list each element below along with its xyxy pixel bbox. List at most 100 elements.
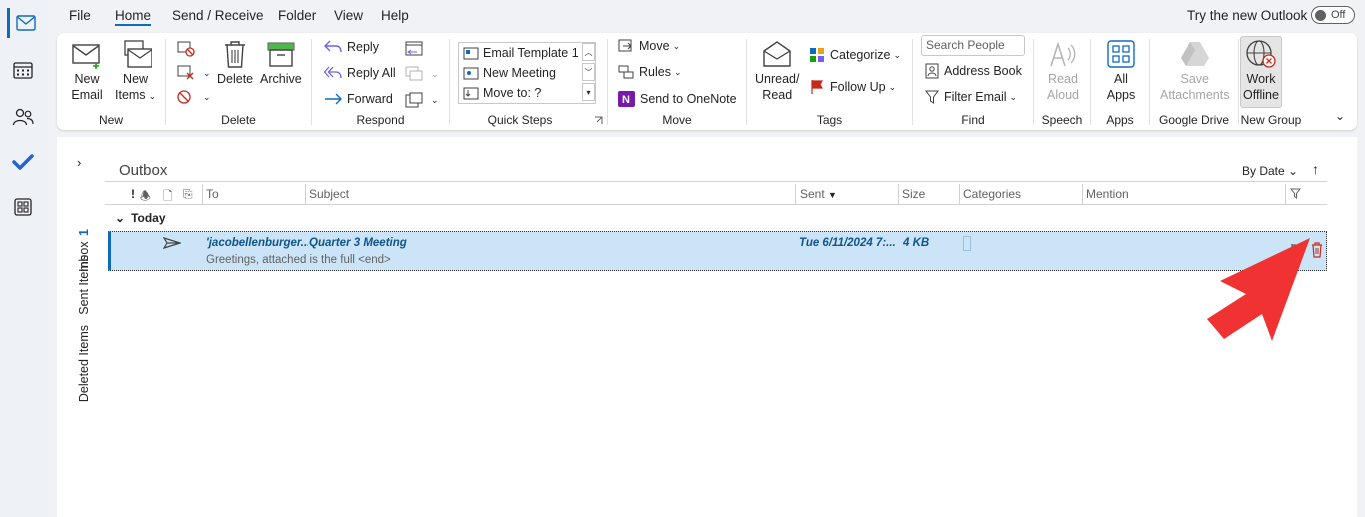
categorize-button[interactable]: Categorize ⌄: [809, 47, 901, 63]
column-size[interactable]: Size: [902, 187, 925, 201]
filter-icon: [925, 90, 939, 104]
menu-view[interactable]: View: [334, 8, 363, 23]
all-apps-icon: [1107, 40, 1135, 68]
meeting-reply-button[interactable]: [405, 40, 428, 56]
attachment-col-icon[interactable]: ⎘: [183, 187, 193, 202]
group-find-label: Find: [961, 113, 985, 127]
chevron-down-icon: ⌄: [115, 211, 126, 225]
sort-desc-icon: ▼: [828, 190, 837, 200]
chevron-down-icon: ⌄: [673, 66, 682, 77]
folder-tab-sent-items[interactable]: Sent Items: [77, 255, 91, 315]
address-book-icon: [925, 63, 939, 79]
archive-button[interactable]: Archive: [260, 39, 302, 87]
reply-all-button[interactable]: Reply All: [324, 66, 396, 80]
forward-button[interactable]: Forward: [324, 92, 393, 106]
move-button[interactable]: Move ⌄: [618, 39, 680, 53]
delete-button[interactable]: Delete: [217, 39, 253, 87]
group-new-group: New Group: [1238, 33, 1304, 130]
mail-icon[interactable]: [7, 8, 41, 38]
sort-by-dropdown[interactable]: By Date ⌄: [1242, 164, 1298, 178]
reminder-col-icon[interactable]: 🕭: [140, 187, 151, 208]
menu-send-receive[interactable]: Send / Receive: [172, 8, 264, 23]
menu-home[interactable]: Home: [115, 8, 152, 26]
sort-direction-icon[interactable]: ↑: [1312, 161, 1319, 177]
ignore-button[interactable]: [177, 41, 200, 57]
reply-label: Reply: [347, 40, 379, 54]
ignore-icon: [177, 41, 195, 57]
address-book-label: Address Book: [944, 64, 1022, 78]
dialog-launcher-icon[interactable]: [594, 116, 603, 125]
sent-label: Sent: [800, 187, 825, 201]
categorize-label: Categorize: [830, 48, 891, 62]
envelope-open-icon: [763, 41, 791, 67]
group-header-today[interactable]: ⌄ Today: [115, 211, 166, 225]
message-row[interactable]: 'jacobellenburger... Quarter 3 Meeting T…: [108, 231, 1327, 271]
annotation-arrow-icon: [1207, 238, 1310, 341]
rules-label: Rules: [639, 65, 671, 79]
column-mention[interactable]: Mention: [1086, 187, 1129, 201]
unread-read-label-2: Read: [762, 88, 793, 102]
chevron-down-icon: ⌄: [672, 40, 681, 51]
group-speech: Read Aloud Speech: [1034, 33, 1090, 130]
importance-col-icon[interactable]: !: [131, 187, 135, 201]
delete-label: Delete: [217, 72, 254, 86]
chevron-down-icon: ⌄: [431, 68, 439, 79]
search-people-input[interactable]: Search People: [921, 35, 1025, 56]
follow-up-button[interactable]: Follow Up ⌄: [809, 79, 896, 95]
rules-button[interactable]: Rules ⌄: [618, 65, 682, 79]
unread-read-button[interactable]: Unread/ Read: [755, 39, 799, 103]
more-respond-icon: [405, 92, 423, 108]
save-attachments-label-2: Attachments: [1160, 88, 1230, 102]
expand-folder-pane-icon[interactable]: ›: [77, 155, 81, 170]
unread-read-label-1: Unread/: [755, 72, 800, 86]
svg-text:N: N: [622, 94, 630, 106]
reply-button[interactable]: Reply: [324, 40, 379, 54]
outlook-window: File Home Send / Receive Folder View Hel…: [0, 0, 1365, 517]
apps-icon[interactable]: [6, 192, 40, 222]
send-to-onenote-button[interactable]: N Send to OneNote: [618, 91, 737, 107]
new-outlook-toggle[interactable]: Off: [1311, 6, 1355, 24]
column-sent[interactable]: Sent ▼: [800, 187, 837, 201]
menu-folder[interactable]: Folder: [278, 8, 316, 23]
chevron-down-icon: ⌄: [893, 49, 901, 60]
new-items-button[interactable]: New Items ⌄: [115, 39, 156, 104]
group-google-drive-label: Google Drive: [1158, 113, 1230, 127]
new-email-label-1: New: [74, 72, 100, 86]
group-apps-label: Apps: [1106, 113, 1134, 127]
toggle-knob: [1315, 10, 1326, 21]
folder-tab-deleted-items[interactable]: Deleted Items: [77, 325, 91, 402]
group-quick-steps: Quick Steps: [450, 33, 607, 130]
clean-up-button[interactable]: ⌄: [177, 65, 211, 81]
column-subject[interactable]: Subject: [309, 187, 349, 201]
new-items-icon: [123, 40, 152, 68]
im-reply-button[interactable]: ⌄: [405, 66, 439, 82]
group-label: Today: [131, 211, 166, 225]
clean-up-icon: [177, 65, 194, 80]
archive-icon: [267, 42, 295, 67]
new-email-button[interactable]: New Email: [71, 39, 103, 103]
filter-email-button[interactable]: Filter Email ⌄: [925, 89, 1017, 105]
categorize-icon: [810, 48, 824, 62]
menu-file[interactable]: File: [69, 8, 91, 23]
collapse-ribbon-icon[interactable]: ⌄: [1335, 109, 1345, 123]
column-to[interactable]: To: [206, 187, 219, 201]
junk-button[interactable]: ⌄: [177, 89, 211, 105]
toggle-label: Off: [1331, 9, 1346, 21]
new-items-label-2: Items: [115, 88, 146, 102]
todo-icon[interactable]: [6, 147, 40, 177]
people-icon[interactable]: [6, 102, 40, 132]
filter-col-icon[interactable]: [1290, 188, 1301, 199]
calendar-icon[interactable]: [6, 55, 40, 85]
more-respond-button[interactable]: ⌄: [405, 92, 439, 108]
menu-help[interactable]: Help: [381, 8, 409, 23]
column-categories[interactable]: Categories: [963, 187, 1021, 201]
category-box[interactable]: [963, 236, 971, 251]
archive-label: Archive: [260, 72, 302, 86]
icon-col-icon[interactable]: 🗋: [163, 187, 173, 208]
folder-title: Outbox: [119, 162, 168, 179]
address-book-button[interactable]: Address Book: [925, 63, 1022, 79]
save-attachments-button[interactable]: Save Attachments: [1160, 39, 1229, 103]
column-divider: [898, 184, 899, 204]
read-aloud-button[interactable]: Read Aloud: [1047, 39, 1079, 103]
all-apps-button[interactable]: All Apps: [1106, 39, 1136, 103]
